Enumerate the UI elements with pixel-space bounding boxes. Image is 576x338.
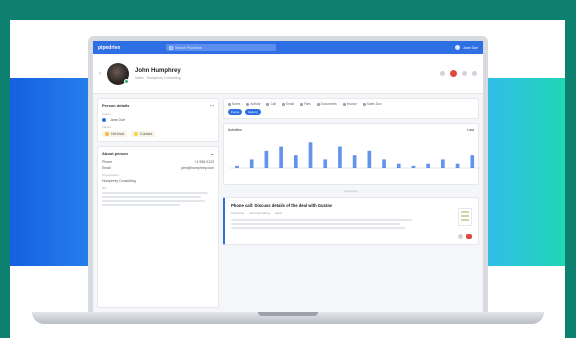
chart-bar xyxy=(338,146,342,168)
user-avatar-icon xyxy=(455,45,461,50)
tab-icon xyxy=(246,102,250,106)
chart-bar xyxy=(352,155,357,168)
bio-line xyxy=(102,196,201,198)
tab-call[interactable]: Call xyxy=(266,102,276,106)
about-person-card: About person ⌄ Phone +1 555 0123 Email joh… xyxy=(97,146,219,308)
person-subtitle: Sales · Humphrey Consulting xyxy=(135,75,181,80)
brand-logo[interactable]: pipedrive xyxy=(98,45,158,51)
overdue-badge xyxy=(466,234,472,239)
labels-label: Labels xyxy=(102,125,111,129)
chart-bar xyxy=(323,159,328,168)
org-row[interactable]: Humphrey Consulting xyxy=(102,179,214,183)
more-icon[interactable] xyxy=(472,71,477,76)
tab-icon xyxy=(362,102,366,106)
activity-meta: Deal xyxy=(275,211,282,215)
checkbox-icon[interactable] xyxy=(458,234,463,239)
star-icon[interactable] xyxy=(462,71,467,76)
tab-email[interactable]: Email xyxy=(281,102,294,106)
tab-icon xyxy=(342,102,346,106)
tab-files[interactable]: Files xyxy=(299,102,311,106)
laptop-bezel: pipedrive Jane Doe ‹ John Humphrey Sales… xyxy=(88,36,488,312)
person-details-card: Person details ⋯ Owner Jane Doe Labels H… xyxy=(97,98,219,142)
tab-sales-doc[interactable]: Sales Doc xyxy=(362,102,381,106)
tab-icon xyxy=(266,102,270,106)
chart-bar xyxy=(426,163,430,168)
activity-meta: John Humphrey xyxy=(249,211,271,215)
avatar xyxy=(107,62,129,85)
label-tag[interactable]: Contact xyxy=(131,131,156,137)
activity-bar-chart xyxy=(230,142,480,169)
details-title: Person details xyxy=(102,103,130,108)
follow-icon[interactable] xyxy=(440,71,445,76)
tab-icon xyxy=(228,102,231,106)
tab-icon xyxy=(281,102,285,106)
tab-icon xyxy=(316,102,320,106)
edit-icon[interactable]: ⋯ xyxy=(210,103,214,108)
chevron-down-icon[interactable]: ⌄ xyxy=(211,151,214,156)
chart-bar xyxy=(264,150,269,168)
chart-bar xyxy=(279,146,283,168)
attachment-thumbnail-icon[interactable] xyxy=(458,208,472,226)
laptop-notch xyxy=(258,312,318,316)
chart-bar xyxy=(396,163,401,168)
user-name: Jane Doe xyxy=(463,45,478,50)
activity-chart-card: Activities Last xyxy=(223,123,480,185)
tab-activity[interactable]: Activity xyxy=(246,102,260,106)
header-actions xyxy=(440,70,477,77)
activity-line xyxy=(231,219,412,221)
profile-header: ‹ John Humphrey Sales · Humphrey Consult… xyxy=(93,54,483,94)
activity-line xyxy=(231,227,405,229)
about-title: About person xyxy=(102,151,128,156)
upcoming-divider: Upcoming xyxy=(344,189,358,193)
org-label: Organization xyxy=(102,173,120,177)
back-arrow-icon[interactable]: ‹ xyxy=(99,71,101,77)
search-icon xyxy=(169,45,173,50)
info-row: Email john@humphrey.com xyxy=(102,166,214,170)
chart-title: Activities xyxy=(228,128,242,132)
chart-bar xyxy=(455,163,460,168)
bio-line xyxy=(102,200,206,202)
bio-label: Bio xyxy=(102,186,107,190)
activity-title: Phone call: Discuss details of the deal … xyxy=(231,203,332,208)
online-status-icon xyxy=(124,78,129,84)
chart-bar xyxy=(441,159,445,168)
chart-bar xyxy=(308,142,313,168)
chart-bar xyxy=(293,155,298,168)
chip-focus[interactable]: Focus xyxy=(228,109,243,115)
owner-avatar-icon[interactable] xyxy=(450,70,457,77)
label-tag[interactable]: Hot lead xyxy=(102,131,128,137)
user-menu[interactable]: Jane Doe xyxy=(455,45,478,50)
activity-item[interactable]: Phone call: Discuss details of the deal … xyxy=(223,197,479,245)
tab-notes[interactable]: Notes xyxy=(228,102,240,106)
app-screen: pipedrive Jane Doe ‹ John Humphrey Sales… xyxy=(93,41,483,312)
chart-bar xyxy=(382,159,386,168)
bio-line xyxy=(102,204,181,206)
owner-avatar-icon xyxy=(102,118,106,122)
bio-line xyxy=(102,192,209,194)
chart-link[interactable]: Last xyxy=(467,128,474,132)
chart-bar xyxy=(249,159,254,168)
chart-bar xyxy=(411,165,416,168)
search-input[interactable] xyxy=(175,45,265,50)
search-box[interactable] xyxy=(166,44,276,51)
tag-dot-icon xyxy=(134,132,139,136)
owner-label: Owner xyxy=(102,112,111,116)
top-bar: pipedrive Jane Doe xyxy=(93,41,483,54)
owner-value[interactable]: Jane Doe xyxy=(110,118,125,122)
chart-bar xyxy=(367,150,372,168)
chip-history[interactable]: History xyxy=(245,109,261,115)
tab-icon xyxy=(299,102,303,106)
tab-documents[interactable]: Documents xyxy=(316,102,337,106)
composer-tabs: Notes Activity Call Email Files Documents Invo… xyxy=(223,98,479,119)
tag-dot-icon xyxy=(105,132,109,136)
info-row: Phone +1 555 0123 xyxy=(102,160,214,164)
person-name: John Humphrey xyxy=(135,67,181,74)
chart-bar xyxy=(470,155,475,168)
activity-meta: Tomorrow xyxy=(231,211,245,215)
activity-line xyxy=(231,223,400,225)
chart-bar xyxy=(235,165,239,168)
tab-invoice[interactable]: Invoice xyxy=(342,102,357,106)
